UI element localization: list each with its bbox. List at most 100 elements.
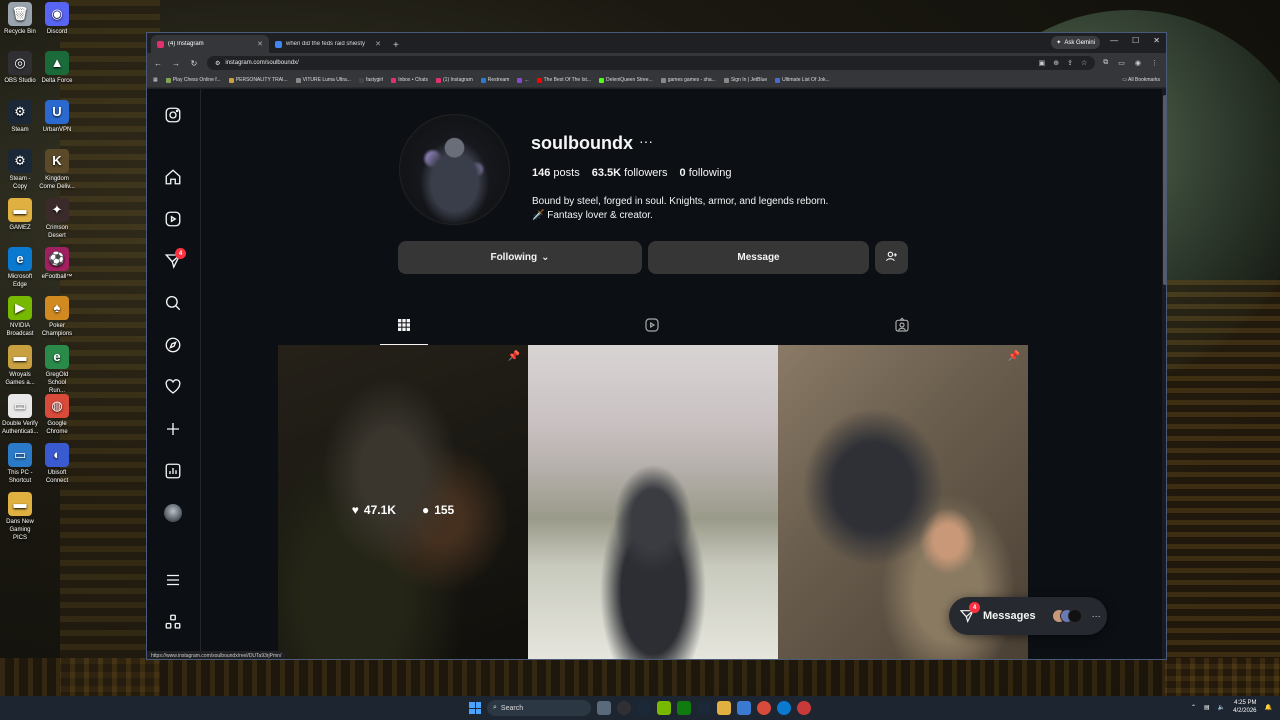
- desktop-icon[interactable]: e Microsoft Edge: [2, 247, 38, 289]
- obs-icon[interactable]: [617, 701, 631, 715]
- explore-icon[interactable]: [162, 334, 184, 356]
- desktop-icon[interactable]: ◎ OBS Studio: [2, 51, 38, 85]
- also-from-meta-icon[interactable]: [162, 611, 184, 633]
- edge-icon[interactable]: [777, 701, 791, 715]
- close-window-button[interactable]: ✕: [1153, 36, 1160, 45]
- bookmark-item[interactable]: ...: [517, 77, 529, 83]
- scrollbar-thumb[interactable]: [1163, 95, 1166, 285]
- page-scrollbar[interactable]: [1162, 89, 1166, 659]
- volume-icon[interactable]: 🔈: [1218, 704, 1225, 711]
- following-button[interactable]: Following ⌄: [398, 241, 642, 274]
- reload-icon[interactable]: ↻: [189, 59, 199, 68]
- desktop-icon[interactable]: ⚙ Steam: [2, 100, 38, 134]
- following-stat[interactable]: 0 following: [680, 167, 732, 179]
- profile-options-icon[interactable]: ···: [639, 133, 653, 149]
- profile-icon[interactable]: ◉: [1135, 59, 1141, 67]
- extensions-icon[interactable]: ⧉: [1103, 59, 1108, 67]
- steam-taskbar-icon[interactable]: [697, 701, 711, 715]
- desktop-icon[interactable]: ♠ Poker Champions: [39, 296, 75, 338]
- chevron-up-icon[interactable]: ⌃: [1191, 704, 1196, 711]
- desktop-icon[interactable]: ◉ Discord: [39, 2, 75, 36]
- chrome-profile-icon[interactable]: [797, 701, 811, 715]
- all-bookmarks-button[interactable]: ▭ All Bookmarks: [1122, 77, 1160, 83]
- profile-avatar[interactable]: [162, 502, 184, 524]
- bookmark-item[interactable]: fastygirl: [358, 77, 383, 83]
- forward-icon[interactable]: →: [171, 59, 181, 68]
- create-plus-icon[interactable]: [162, 418, 184, 440]
- minimize-button[interactable]: —: [1110, 36, 1118, 45]
- message-button[interactable]: Message: [648, 241, 869, 274]
- hamburger-menu-icon[interactable]: [162, 569, 184, 591]
- search-icon[interactable]: [162, 292, 184, 314]
- apps-icon[interactable]: ▦: [153, 77, 158, 83]
- bookmark-item[interactable]: Sign In | JetBlue: [723, 77, 767, 83]
- close-tab-icon[interactable]: ✕: [257, 40, 263, 48]
- followers-stat[interactable]: 63.5K followers: [592, 167, 668, 179]
- desktop-icon[interactable]: ▭ Double Verify Authenticati...: [2, 394, 38, 436]
- tab-instagram[interactable]: (4) Instagram ✕: [151, 35, 269, 53]
- bookmark-item[interactable]: Ultimate List Of Jok...: [775, 77, 830, 83]
- notifications-icon[interactable]: 🔔: [1265, 704, 1272, 711]
- desktop-icon[interactable]: ⚙ Steam - Copy: [2, 149, 38, 191]
- desktop-icon[interactable]: ✦ Crimson Desert: [39, 198, 75, 240]
- taskbar-search[interactable]: ⌕ Search: [487, 700, 591, 716]
- steam-icon[interactable]: [637, 701, 651, 715]
- messages-drawer-button[interactable]: 4 Messages ···: [949, 597, 1107, 635]
- bookmark-item[interactable]: Play Chess Online f...: [165, 77, 221, 83]
- profile-picture[interactable]: [399, 114, 510, 225]
- bookmark-item[interactable]: VITURE Luma Ultra...: [295, 77, 351, 83]
- bookmark-item[interactable]: Restream: [480, 77, 509, 83]
- clock[interactable]: 4:25 PM 4/2/2026: [1233, 699, 1256, 715]
- bookmark-item[interactable]: games games - sha...: [660, 77, 716, 83]
- tab-google-search[interactable]: when did the feds raid shiesty ✕: [269, 35, 387, 53]
- back-icon[interactable]: ←: [153, 59, 163, 68]
- desktop-icon[interactable]: K Kingdom Come Deliv...: [39, 149, 75, 191]
- zoom-icon[interactable]: ⊕: [1053, 59, 1059, 67]
- bookmark-item[interactable]: (1) Instagram: [436, 77, 473, 83]
- desktop-icon[interactable]: ▭ This PC - Shortcut: [2, 443, 38, 485]
- desktop-icon[interactable]: ▬ GAMEZ: [2, 198, 38, 232]
- dashboard-icon[interactable]: [162, 460, 184, 482]
- bookmark-item[interactable]: PERSONALITY TRAI...: [228, 77, 288, 83]
- menu-icon[interactable]: ⋮: [1151, 59, 1158, 67]
- task-view-icon[interactable]: [597, 701, 611, 715]
- desktop-icon[interactable]: ▲ Delta Force: [39, 51, 75, 85]
- desktop-icon[interactable]: ◐ Ubisoft Connect: [39, 443, 75, 485]
- tab-posts[interactable]: [380, 311, 428, 346]
- bookmark-item[interactable]: DeleniQueen Stree...: [599, 77, 653, 83]
- bookmark-item[interactable]: Inbox • Chats: [391, 77, 428, 83]
- desktop-icon[interactable]: U UrbanVPN: [39, 100, 75, 134]
- chrome-icon[interactable]: [757, 701, 771, 715]
- new-tab-button[interactable]: +: [387, 40, 405, 53]
- tab-tagged[interactable]: [878, 311, 926, 339]
- bookmark-item[interactable]: The Best Of The Ist...: [536, 77, 591, 83]
- desktop-icon[interactable]: ⚽ eFootball™: [39, 247, 75, 281]
- share-icon[interactable]: ⇪: [1067, 59, 1073, 67]
- direct-messages-icon[interactable]: 4: [162, 248, 186, 272]
- store-icon[interactable]: [737, 701, 751, 715]
- start-button[interactable]: [469, 702, 481, 714]
- heart-icon[interactable]: [162, 376, 184, 398]
- file-explorer-icon[interactable]: [717, 701, 731, 715]
- tab-reels[interactable]: [628, 311, 676, 339]
- nvidia-icon[interactable]: [657, 701, 671, 715]
- desktop-icon[interactable]: 🗑 Recycle Bin: [2, 2, 38, 36]
- xbox-icon[interactable]: [677, 701, 691, 715]
- reels-icon[interactable]: [162, 208, 184, 230]
- home-icon[interactable]: [162, 166, 184, 188]
- install-icon[interactable]: ▣: [1039, 59, 1046, 67]
- desktop-icon[interactable]: ▬ Wroyals Games a...: [2, 345, 38, 387]
- suggested-users-button[interactable]: [875, 241, 908, 274]
- desktop-icon[interactable]: ◍ Google Chrome: [39, 394, 75, 436]
- instagram-logo-icon[interactable]: [162, 104, 184, 126]
- desktop-icon[interactable]: ▶ NVIDIA Broadcast: [2, 296, 38, 338]
- post-tile[interactable]: 📌 ♥ 47.1K ● 155: [278, 345, 528, 659]
- close-tab-icon[interactable]: ✕: [375, 40, 381, 48]
- desktop-icon[interactable]: e GregOld School Run...: [39, 345, 75, 395]
- split-view-icon[interactable]: ▭: [1118, 59, 1125, 67]
- post-tile[interactable]: [528, 345, 778, 659]
- bookmark-star-icon[interactable]: ☆: [1081, 59, 1087, 67]
- desktop-icon[interactable]: ▬ Dans New Gaming PICS: [2, 492, 38, 542]
- ask-gemini-button[interactable]: ✦ Ask Gemini: [1051, 36, 1100, 49]
- site-info-icon[interactable]: ⚙: [215, 60, 220, 67]
